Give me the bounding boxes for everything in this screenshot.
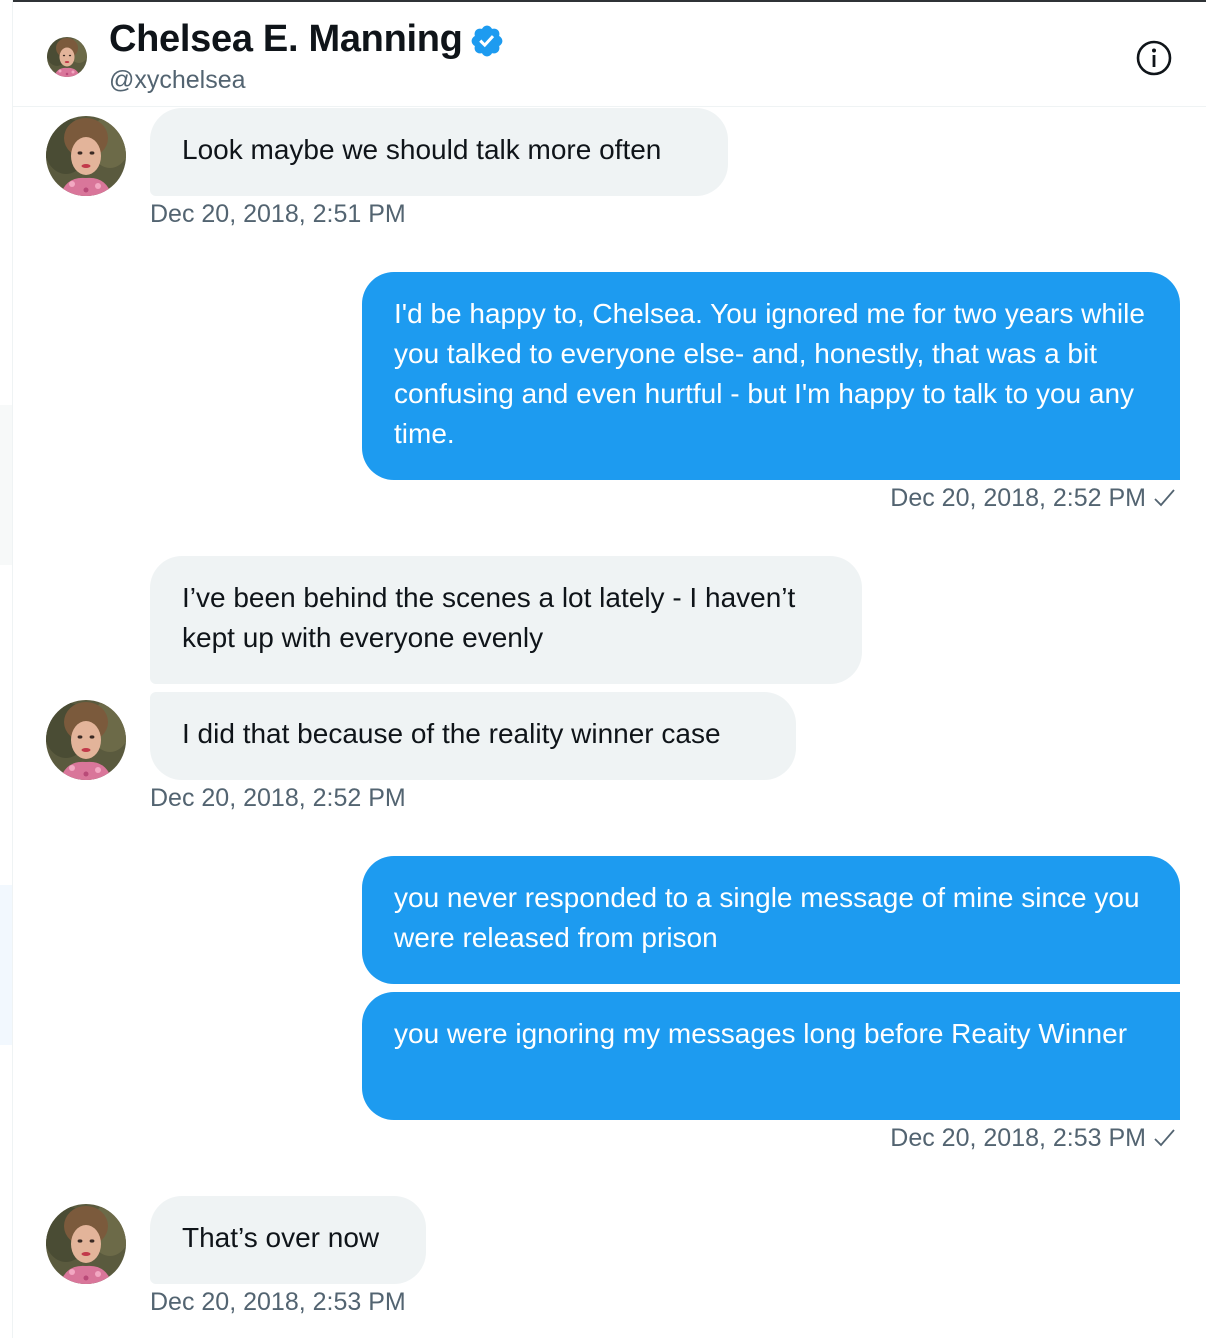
message-bubble-incoming[interactable]: That’s over now: [150, 1196, 426, 1284]
message-timestamp: Dec 20, 2018, 2:52 PM: [890, 484, 1176, 513]
message-bubble-incoming[interactable]: I did that because of the reality winner…: [150, 692, 796, 780]
display-name[interactable]: Chelsea E. Manning: [109, 18, 463, 61]
message-bubble-outgoing[interactable]: you never responded to a single message …: [362, 856, 1180, 984]
message-bubble-incoming[interactable]: I’ve been behind the scenes a lot lately…: [150, 556, 862, 684]
left-panel-edge: [0, 0, 13, 1338]
left-panel-edge: [0, 405, 12, 565]
avatar[interactable]: [47, 37, 87, 77]
info-icon[interactable]: [1134, 38, 1174, 78]
timestamp-text: Dec 20, 2018, 2:53 PM: [890, 1124, 1146, 1152]
message-timestamp: Dec 20, 2018, 2:51 PM: [150, 200, 406, 228]
conversation-title[interactable]: Chelsea E. Manning: [109, 18, 505, 61]
conversation-header: Chelsea E. Manning @xychelsea: [13, 2, 1206, 107]
message-timestamp: Dec 20, 2018, 2:53 PM: [890, 1124, 1176, 1153]
avatar[interactable]: [46, 116, 126, 196]
avatar[interactable]: [46, 1204, 126, 1284]
message-timestamp: Dec 20, 2018, 2:52 PM: [150, 784, 406, 812]
message-bubble-outgoing[interactable]: I'd be happy to, Chelsea. You ignored me…: [362, 272, 1180, 480]
left-panel-edge: [0, 885, 12, 1045]
check-icon: [1154, 1129, 1175, 1147]
verified-badge-icon: [471, 25, 502, 56]
message-bubble-incoming[interactable]: Look maybe we should talk more often: [150, 108, 728, 196]
message-timestamp: Dec 20, 2018, 2:53 PM: [150, 1288, 406, 1316]
user-handle[interactable]: @xychelsea: [109, 66, 246, 95]
avatar[interactable]: [46, 700, 126, 780]
timestamp-text: Dec 20, 2018, 2:52 PM: [890, 484, 1146, 512]
check-icon: [1154, 489, 1175, 507]
message-bubble-outgoing[interactable]: you were ignoring my messages long befor…: [362, 992, 1180, 1120]
